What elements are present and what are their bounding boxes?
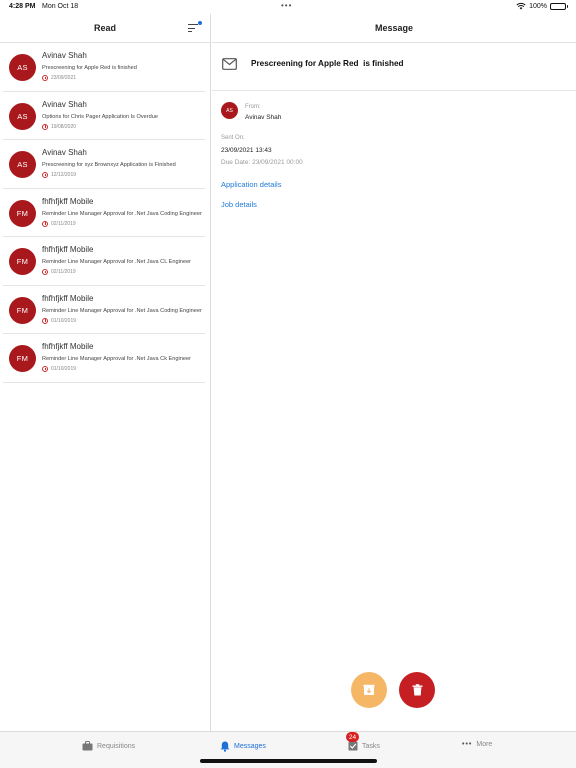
avatar: FM: [9, 345, 36, 372]
battery-icon: [550, 2, 568, 10]
trash-icon: [412, 684, 422, 696]
message-date: 01/10/2019: [51, 317, 77, 324]
clock-icon: [42, 172, 48, 178]
sent-on-value: 23/09/2021 13:43: [221, 147, 272, 154]
avatar: FM: [9, 296, 36, 324]
bell-icon: [220, 741, 230, 752]
status-time: 4:28 PM: [9, 3, 36, 10]
due-date-label: Due Date:: [221, 159, 251, 166]
avatar: FM: [9, 248, 36, 275]
avatar: AS: [9, 102, 36, 130]
avatar: AS: [9, 151, 36, 178]
tab-requisitions[interactable]: Requisitions: [82, 741, 135, 751]
delete-button[interactable]: [399, 672, 435, 708]
list-header: Read: [0, 14, 210, 43]
detail-header: Message: [212, 14, 576, 43]
list-item[interactable]: AS Avinav Shah Prescreening for Apple Re…: [3, 43, 205, 92]
status-date: Mon Oct 18: [42, 3, 79, 10]
list-item[interactable]: FM fhfhfjkff Mobile Reminder Line Manage…: [3, 286, 205, 334]
battery-percent: 100%: [529, 2, 547, 10]
message-subject: Reminder Line Manager Approval for .Net …: [42, 259, 192, 265]
from-value: Avinav Shah: [245, 114, 282, 121]
message-subject: Reminder Line Manager Approval for .Net …: [42, 307, 202, 314]
filter-active-dot: [198, 21, 202, 25]
detail-title: Message: [374, 23, 414, 33]
tab-messages-label: Messages: [234, 743, 266, 750]
message-list-panel: Read AS Avinav Shah Prescreening for App…: [0, 14, 211, 731]
tab-tasks[interactable]: 24 Tasks: [346, 732, 380, 751]
filter-sort-button[interactable]: [187, 21, 202, 34]
status-indicators: 100%: [516, 2, 568, 10]
message-date: 12/12/2019: [51, 172, 77, 178]
list-item[interactable]: AS Avinav Shah Prescreening for xyz Brow…: [3, 140, 205, 189]
tab-tasks-label: Tasks: [362, 742, 380, 750]
avatar: AS: [9, 54, 36, 81]
tab-requisitions-label: Requisitions: [97, 742, 136, 750]
clock-icon: [42, 269, 48, 275]
message-detail-panel: Message Prescreening for Apple Red is fi…: [212, 14, 576, 731]
clock-icon: [42, 317, 48, 324]
checkbox-icon: [348, 741, 358, 751]
job-details-link[interactable]: Job details: [221, 200, 257, 209]
message-subject: Prescreening for Apple Red is finished: [42, 65, 137, 71]
message-subject-heading: Prescreening for Apple Red is finished: [251, 59, 404, 68]
avatar: AS: [221, 102, 238, 119]
tab-more-label: More: [476, 741, 493, 748]
tasks-badge: 24: [346, 732, 359, 742]
home-indicator[interactable]: [200, 759, 377, 763]
clock-icon: [42, 123, 48, 130]
from-label: From:: [245, 104, 261, 110]
list-item[interactable]: FM fhfhfjkff Mobile Reminder Line Manage…: [3, 189, 205, 237]
clock-icon: [42, 366, 48, 372]
message-sender: Avinav Shah: [42, 99, 87, 109]
envelope-icon: [222, 57, 237, 75]
message-subject: Prescreening for xyz Brownxyz Applicatio…: [42, 162, 176, 168]
subject-bar: Prescreening for Apple Red is finished: [212, 43, 576, 91]
message-subject: Options for Chris Pager Application Is O…: [42, 113, 158, 120]
list-item[interactable]: FM fhfhfjkff Mobile Reminder Line Manage…: [3, 237, 205, 286]
message-sender: fhfhfjkff Mobile: [42, 342, 94, 351]
message-date: 23/09/2021: [51, 75, 77, 81]
wifi-icon: [516, 2, 526, 10]
list-item[interactable]: FM fhfhfjkff Mobile Reminder Line Manage…: [3, 334, 205, 383]
message-sender: fhfhfjkff Mobile: [42, 293, 94, 303]
more-dots-icon: •••: [462, 741, 473, 748]
briefcase-icon: [82, 741, 93, 751]
due-date-value: 23/09/2021 00:00: [252, 159, 303, 166]
message-sender: fhfhfjkff Mobile: [42, 196, 94, 206]
application-details-link[interactable]: Application details: [221, 180, 281, 189]
message-date: 19/08/2020: [51, 123, 77, 130]
clock-icon: [42, 220, 48, 227]
avatar: FM: [9, 199, 36, 227]
clock-icon: [42, 75, 48, 81]
archive-button[interactable]: [351, 672, 387, 708]
list-item[interactable]: AS Avinav Shah Options for Chris Pager A…: [3, 92, 205, 140]
message-sender: fhfhfjkff Mobile: [42, 245, 94, 254]
message-list: AS Avinav Shah Prescreening for Apple Re…: [0, 43, 205, 383]
message-subject: Reminder Line Manager Approval for .Net …: [42, 210, 202, 217]
message-sender: Avinav Shah: [42, 148, 87, 157]
list-title: Read: [93, 23, 116, 33]
message-date: 02/11/2019: [51, 220, 76, 227]
tab-more[interactable]: ••• More: [462, 741, 492, 748]
archive-icon: [363, 684, 375, 695]
message-date: 02/11/2019: [51, 269, 76, 275]
multitasking-dots-icon[interactable]: •••: [281, 1, 292, 10]
message-date: 01/10/2019: [51, 366, 77, 372]
status-bar: 4:28 PM Mon Oct 18 ••• 100%: [0, 0, 576, 14]
sent-on-label: Sent On:: [221, 135, 245, 141]
message-subject: Reminder Line Manager Approval for .Net …: [42, 356, 191, 362]
message-sender: Avinav Shah: [42, 51, 87, 60]
tab-messages[interactable]: Messages: [220, 741, 266, 752]
due-date-row: Due Date: 23/09/2021 00:00: [221, 159, 303, 166]
